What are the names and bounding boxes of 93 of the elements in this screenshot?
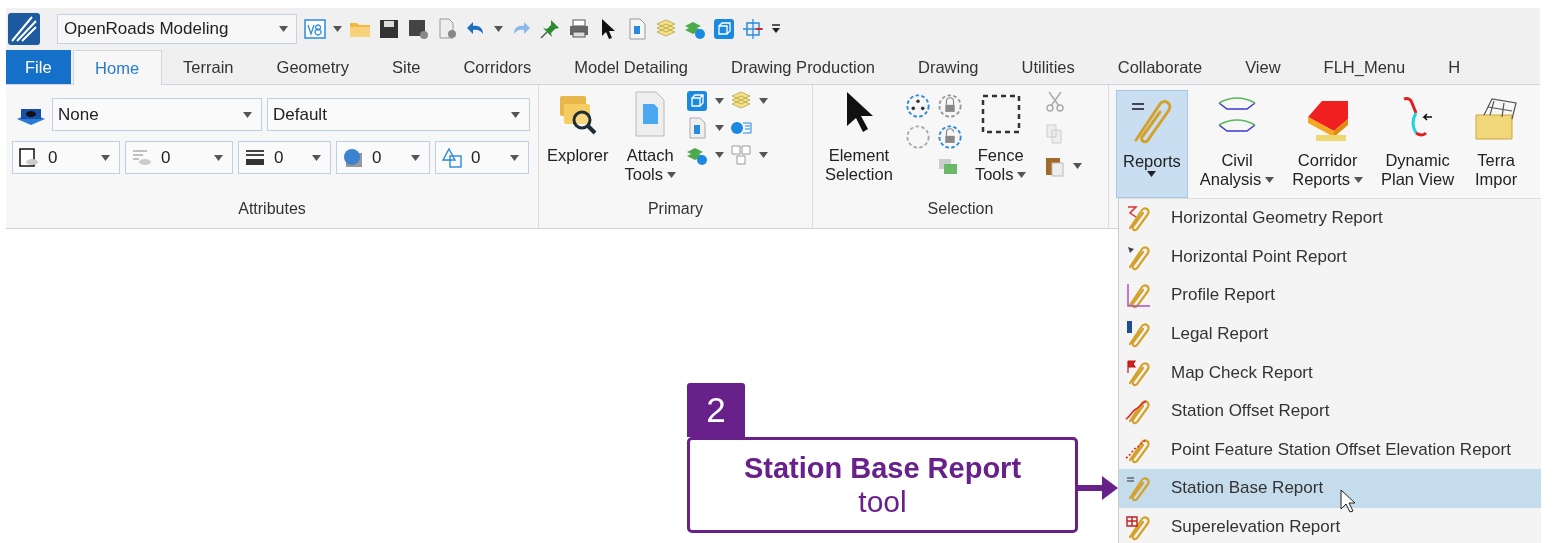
menu-item[interactable]: Profile Report — [1119, 276, 1541, 315]
menu-item[interactable]: Horizontal Point Report — [1119, 237, 1541, 277]
callout-title: Station Base Report — [743, 451, 1022, 485]
ribbon-button[interactable]: Corridor Reports — [1286, 90, 1369, 198]
attribute-dropdown[interactable]: 0 — [336, 141, 430, 174]
app-logo-icon[interactable] — [8, 13, 40, 45]
paperclip-icon — [1125, 513, 1153, 542]
group-label: Primary — [646, 200, 705, 219]
save-icon[interactable] — [378, 18, 400, 40]
caret-icon — [494, 26, 503, 32]
ribbon-tab[interactable]: Model Detailing — [552, 50, 710, 84]
cube-icon[interactable] — [713, 18, 735, 40]
sphere-icon — [342, 146, 364, 169]
attribute-dropdown[interactable]: 0 — [12, 141, 120, 174]
reports-button[interactable]: Reports — [1116, 90, 1188, 198]
lock-icon[interactable] — [936, 93, 963, 119]
step-number: 2 — [687, 383, 745, 437]
unlock-icon[interactable] — [936, 124, 963, 150]
ribbon-tab[interactable]: View — [1223, 50, 1303, 84]
page-icon[interactable] — [686, 117, 708, 139]
group-label: Attributes — [237, 200, 307, 219]
v8-icon[interactable] — [304, 18, 326, 40]
workspace-dropdown[interactable]: OpenRoads Modeling — [57, 14, 297, 44]
ribbon-button[interactable]: Element Selection — [819, 85, 899, 193]
level-dropdown[interactable]: None — [52, 98, 262, 131]
ribbon-button[interactable]: Dynamic Plan View — [1375, 90, 1461, 198]
line-style-icon — [18, 146, 40, 169]
mouse-pointer-icon — [1340, 489, 1356, 513]
attribute-dropdown[interactable]: 0 — [238, 141, 331, 174]
save-all-icon[interactable] — [407, 18, 429, 40]
caret-icon — [312, 154, 321, 161]
caret-icon — [214, 154, 223, 161]
caret-icon — [510, 154, 519, 161]
menu-item[interactable]: Map Check Report — [1119, 353, 1541, 392]
caret-icon — [511, 111, 520, 118]
ribbon-tab[interactable]: Drawing Production — [709, 50, 897, 84]
ribbon-tab[interactable]: H — [1426, 50, 1482, 84]
dashed-circle-icon[interactable] — [904, 93, 931, 119]
ribbon-button[interactable]: Civil Analysis — [1193, 90, 1281, 198]
printer-icon[interactable] — [568, 18, 590, 40]
ribbon-tab[interactable]: Geometry — [255, 50, 371, 84]
ribbon-button[interactable]: Explorer — [541, 85, 615, 193]
page-icon[interactable] — [626, 18, 648, 40]
caret-icon — [243, 111, 252, 118]
paperclip-icon — [1125, 204, 1153, 233]
ribbon-tab[interactable]: Terrain — [161, 50, 256, 84]
paperclip-icon — [1125, 358, 1153, 387]
ribbon-tab[interactable]: Collaborate — [1096, 50, 1224, 84]
caret-icon — [759, 152, 768, 158]
ribbon-button[interactable]: Attach Tools — [618, 85, 682, 193]
menu-item[interactable]: Legal Report — [1119, 314, 1541, 354]
caret-icon — [715, 152, 724, 158]
attribute-dropdown[interactable]: 0 — [435, 141, 529, 174]
callout-subtitle: tool — [858, 484, 907, 519]
caret-icon — [715, 125, 724, 131]
menu-item[interactable]: Superelevation Report — [1119, 507, 1541, 543]
crosshair-icon[interactable] — [742, 18, 764, 40]
menu-item[interactable]: Point Feature Station Offset Elevation Report — [1119, 430, 1541, 470]
menu-item[interactable]: Horizontal Geometry Report — [1119, 199, 1541, 238]
ribbon-tab[interactable]: Site — [370, 50, 442, 84]
file-tab[interactable]: File — [6, 50, 71, 84]
caret-icon — [1073, 163, 1083, 169]
caret-icon — [411, 154, 420, 161]
menu-item[interactable]: Station Offset Report — [1119, 391, 1541, 431]
ribbon-tab[interactable]: FLH_Menu — [1302, 50, 1427, 84]
more-icon[interactable] — [771, 24, 781, 34]
group-label: Selection — [926, 200, 995, 219]
attribute-dropdown[interactable]: 0 — [125, 141, 233, 174]
key-grid-icon[interactable] — [730, 144, 752, 166]
paperclip-icon — [1125, 320, 1153, 349]
paperclip-icon — [1125, 474, 1153, 503]
level-dropdown[interactable]: Default — [267, 98, 530, 131]
cube-icon[interactable] — [686, 90, 708, 112]
ribbon-tab[interactable]: Utilities — [1000, 50, 1097, 84]
ribbon-tab[interactable]: Corridors — [441, 50, 553, 84]
shapes-icon — [441, 146, 463, 169]
caret-icon — [279, 26, 288, 32]
caret-icon — [715, 98, 724, 104]
caret-icon — [333, 26, 342, 32]
document-settings-icon[interactable] — [436, 18, 458, 40]
pin-icon[interactable] — [539, 18, 561, 40]
paperclip-icon — [1125, 397, 1153, 426]
ribbon-button[interactable]: Terra Impor — [1466, 90, 1527, 198]
caret-icon — [101, 154, 110, 161]
empty-circle-icon[interactable] — [904, 124, 931, 150]
ribbon-tab[interactable]: Home — [72, 50, 162, 85]
ribbon-button[interactable]: Fence Tools — [968, 85, 1033, 193]
menu-item[interactable]: Station Base Report — [1119, 469, 1541, 508]
paperclip-icon — [1125, 281, 1153, 310]
scissors-icon[interactable] — [1044, 91, 1067, 113]
caret-icon — [759, 98, 768, 104]
ribbon-tab[interactable]: Drawing — [896, 50, 1001, 84]
clipboard-icon[interactable] — [1044, 155, 1067, 177]
